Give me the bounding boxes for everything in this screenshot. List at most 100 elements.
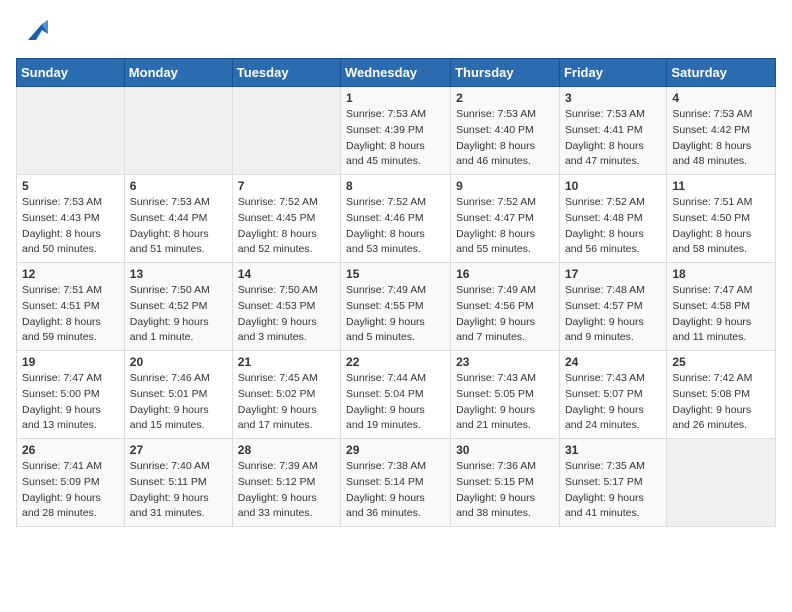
daylight-text: Daylight: 8 hours and 45 minutes. bbox=[346, 140, 425, 168]
day-number: 25 bbox=[672, 355, 770, 369]
calendar-cell: 13 Sunrise: 7:50 AM Sunset: 4:52 PM Dayl… bbox=[124, 263, 232, 351]
weekday-header-monday: Monday bbox=[124, 59, 232, 87]
sunrise-text: Sunrise: 7:43 AM bbox=[456, 372, 536, 384]
daylight-text: Daylight: 9 hours and 13 minutes. bbox=[22, 404, 101, 432]
daylight-text: Daylight: 8 hours and 51 minutes. bbox=[130, 228, 209, 256]
calendar-week-row: 1 Sunrise: 7:53 AM Sunset: 4:39 PM Dayli… bbox=[17, 87, 776, 175]
day-number: 27 bbox=[130, 443, 227, 457]
calendar-cell: 29 Sunrise: 7:38 AM Sunset: 5:14 PM Dayl… bbox=[341, 439, 451, 527]
daylight-text: Daylight: 8 hours and 55 minutes. bbox=[456, 228, 535, 256]
sunset-text: Sunset: 4:43 PM bbox=[22, 212, 100, 224]
daylight-text: Daylight: 8 hours and 47 minutes. bbox=[565, 140, 644, 168]
sunset-text: Sunset: 5:08 PM bbox=[672, 388, 750, 400]
calendar-table: SundayMondayTuesdayWednesdayThursdayFrid… bbox=[16, 58, 776, 527]
day-info: Sunrise: 7:50 AM Sunset: 4:53 PM Dayligh… bbox=[238, 283, 335, 346]
sunset-text: Sunset: 4:41 PM bbox=[565, 124, 643, 136]
sunrise-text: Sunrise: 7:36 AM bbox=[456, 460, 536, 472]
daylight-text: Daylight: 9 hours and 26 minutes. bbox=[672, 404, 751, 432]
sunrise-text: Sunrise: 7:53 AM bbox=[22, 196, 102, 208]
sunrise-text: Sunrise: 7:39 AM bbox=[238, 460, 318, 472]
calendar-cell: 10 Sunrise: 7:52 AM Sunset: 4:48 PM Dayl… bbox=[559, 175, 666, 263]
calendar-cell: 27 Sunrise: 7:40 AM Sunset: 5:11 PM Dayl… bbox=[124, 439, 232, 527]
day-info: Sunrise: 7:43 AM Sunset: 5:05 PM Dayligh… bbox=[456, 371, 554, 434]
calendar-cell: 2 Sunrise: 7:53 AM Sunset: 4:40 PM Dayli… bbox=[451, 87, 560, 175]
day-info: Sunrise: 7:38 AM Sunset: 5:14 PM Dayligh… bbox=[346, 459, 445, 522]
calendar-cell: 4 Sunrise: 7:53 AM Sunset: 4:42 PM Dayli… bbox=[667, 87, 776, 175]
day-number: 23 bbox=[456, 355, 554, 369]
sunrise-text: Sunrise: 7:40 AM bbox=[130, 460, 210, 472]
calendar-cell: 17 Sunrise: 7:48 AM Sunset: 4:57 PM Dayl… bbox=[559, 263, 666, 351]
day-info: Sunrise: 7:46 AM Sunset: 5:01 PM Dayligh… bbox=[130, 371, 227, 434]
day-info: Sunrise: 7:53 AM Sunset: 4:43 PM Dayligh… bbox=[22, 195, 119, 258]
day-info: Sunrise: 7:49 AM Sunset: 4:56 PM Dayligh… bbox=[456, 283, 554, 346]
day-info: Sunrise: 7:48 AM Sunset: 4:57 PM Dayligh… bbox=[565, 283, 661, 346]
calendar-cell bbox=[17, 87, 125, 175]
calendar-week-row: 19 Sunrise: 7:47 AM Sunset: 5:00 PM Dayl… bbox=[17, 351, 776, 439]
day-number: 20 bbox=[130, 355, 227, 369]
daylight-text: Daylight: 9 hours and 38 minutes. bbox=[456, 492, 535, 520]
day-number: 18 bbox=[672, 267, 770, 281]
sunset-text: Sunset: 5:07 PM bbox=[565, 388, 643, 400]
day-number: 5 bbox=[22, 179, 119, 193]
sunrise-text: Sunrise: 7:51 AM bbox=[672, 196, 752, 208]
day-info: Sunrise: 7:41 AM Sunset: 5:09 PM Dayligh… bbox=[22, 459, 119, 522]
sunrise-text: Sunrise: 7:53 AM bbox=[565, 108, 645, 120]
sunrise-text: Sunrise: 7:52 AM bbox=[456, 196, 536, 208]
daylight-text: Daylight: 8 hours and 56 minutes. bbox=[565, 228, 644, 256]
weekday-header-wednesday: Wednesday bbox=[341, 59, 451, 87]
day-info: Sunrise: 7:50 AM Sunset: 4:52 PM Dayligh… bbox=[130, 283, 227, 346]
daylight-text: Daylight: 9 hours and 9 minutes. bbox=[565, 316, 644, 344]
sunset-text: Sunset: 5:04 PM bbox=[346, 388, 424, 400]
day-info: Sunrise: 7:35 AM Sunset: 5:17 PM Dayligh… bbox=[565, 459, 661, 522]
day-info: Sunrise: 7:40 AM Sunset: 5:11 PM Dayligh… bbox=[130, 459, 227, 522]
daylight-text: Daylight: 8 hours and 50 minutes. bbox=[22, 228, 101, 256]
sunrise-text: Sunrise: 7:47 AM bbox=[672, 284, 752, 296]
calendar-cell: 12 Sunrise: 7:51 AM Sunset: 4:51 PM Dayl… bbox=[17, 263, 125, 351]
sunrise-text: Sunrise: 7:43 AM bbox=[565, 372, 645, 384]
day-info: Sunrise: 7:43 AM Sunset: 5:07 PM Dayligh… bbox=[565, 371, 661, 434]
daylight-text: Daylight: 9 hours and 3 minutes. bbox=[238, 316, 317, 344]
day-number: 26 bbox=[22, 443, 119, 457]
calendar-cell: 23 Sunrise: 7:43 AM Sunset: 5:05 PM Dayl… bbox=[451, 351, 560, 439]
day-info: Sunrise: 7:52 AM Sunset: 4:46 PM Dayligh… bbox=[346, 195, 445, 258]
sunset-text: Sunset: 5:01 PM bbox=[130, 388, 208, 400]
daylight-text: Daylight: 9 hours and 24 minutes. bbox=[565, 404, 644, 432]
daylight-text: Daylight: 9 hours and 7 minutes. bbox=[456, 316, 535, 344]
day-info: Sunrise: 7:53 AM Sunset: 4:42 PM Dayligh… bbox=[672, 107, 770, 170]
daylight-text: Daylight: 9 hours and 31 minutes. bbox=[130, 492, 209, 520]
day-number: 7 bbox=[238, 179, 335, 193]
sunset-text: Sunset: 4:47 PM bbox=[456, 212, 534, 224]
daylight-text: Daylight: 9 hours and 19 minutes. bbox=[346, 404, 425, 432]
day-number: 10 bbox=[565, 179, 661, 193]
sunset-text: Sunset: 4:42 PM bbox=[672, 124, 750, 136]
day-info: Sunrise: 7:53 AM Sunset: 4:41 PM Dayligh… bbox=[565, 107, 661, 170]
day-number: 28 bbox=[238, 443, 335, 457]
day-number: 29 bbox=[346, 443, 445, 457]
daylight-text: Daylight: 8 hours and 52 minutes. bbox=[238, 228, 317, 256]
daylight-text: Daylight: 9 hours and 17 minutes. bbox=[238, 404, 317, 432]
sunrise-text: Sunrise: 7:41 AM bbox=[22, 460, 102, 472]
sunset-text: Sunset: 5:00 PM bbox=[22, 388, 100, 400]
sunrise-text: Sunrise: 7:52 AM bbox=[238, 196, 318, 208]
day-number: 8 bbox=[346, 179, 445, 193]
sunrise-text: Sunrise: 7:52 AM bbox=[565, 196, 645, 208]
day-info: Sunrise: 7:45 AM Sunset: 5:02 PM Dayligh… bbox=[238, 371, 335, 434]
day-number: 6 bbox=[130, 179, 227, 193]
sunset-text: Sunset: 4:39 PM bbox=[346, 124, 424, 136]
sunrise-text: Sunrise: 7:42 AM bbox=[672, 372, 752, 384]
weekday-header-friday: Friday bbox=[559, 59, 666, 87]
day-info: Sunrise: 7:52 AM Sunset: 4:45 PM Dayligh… bbox=[238, 195, 335, 258]
daylight-text: Daylight: 9 hours and 41 minutes. bbox=[565, 492, 644, 520]
sunset-text: Sunset: 4:53 PM bbox=[238, 300, 316, 312]
sunrise-text: Sunrise: 7:53 AM bbox=[130, 196, 210, 208]
day-info: Sunrise: 7:36 AM Sunset: 5:15 PM Dayligh… bbox=[456, 459, 554, 522]
weekday-header-thursday: Thursday bbox=[451, 59, 560, 87]
day-info: Sunrise: 7:42 AM Sunset: 5:08 PM Dayligh… bbox=[672, 371, 770, 434]
calendar-cell: 24 Sunrise: 7:43 AM Sunset: 5:07 PM Dayl… bbox=[559, 351, 666, 439]
calendar-week-row: 5 Sunrise: 7:53 AM Sunset: 4:43 PM Dayli… bbox=[17, 175, 776, 263]
sunrise-text: Sunrise: 7:35 AM bbox=[565, 460, 645, 472]
sunrise-text: Sunrise: 7:53 AM bbox=[456, 108, 536, 120]
sunrise-text: Sunrise: 7:53 AM bbox=[672, 108, 752, 120]
day-info: Sunrise: 7:51 AM Sunset: 4:51 PM Dayligh… bbox=[22, 283, 119, 346]
sunset-text: Sunset: 5:09 PM bbox=[22, 476, 100, 488]
